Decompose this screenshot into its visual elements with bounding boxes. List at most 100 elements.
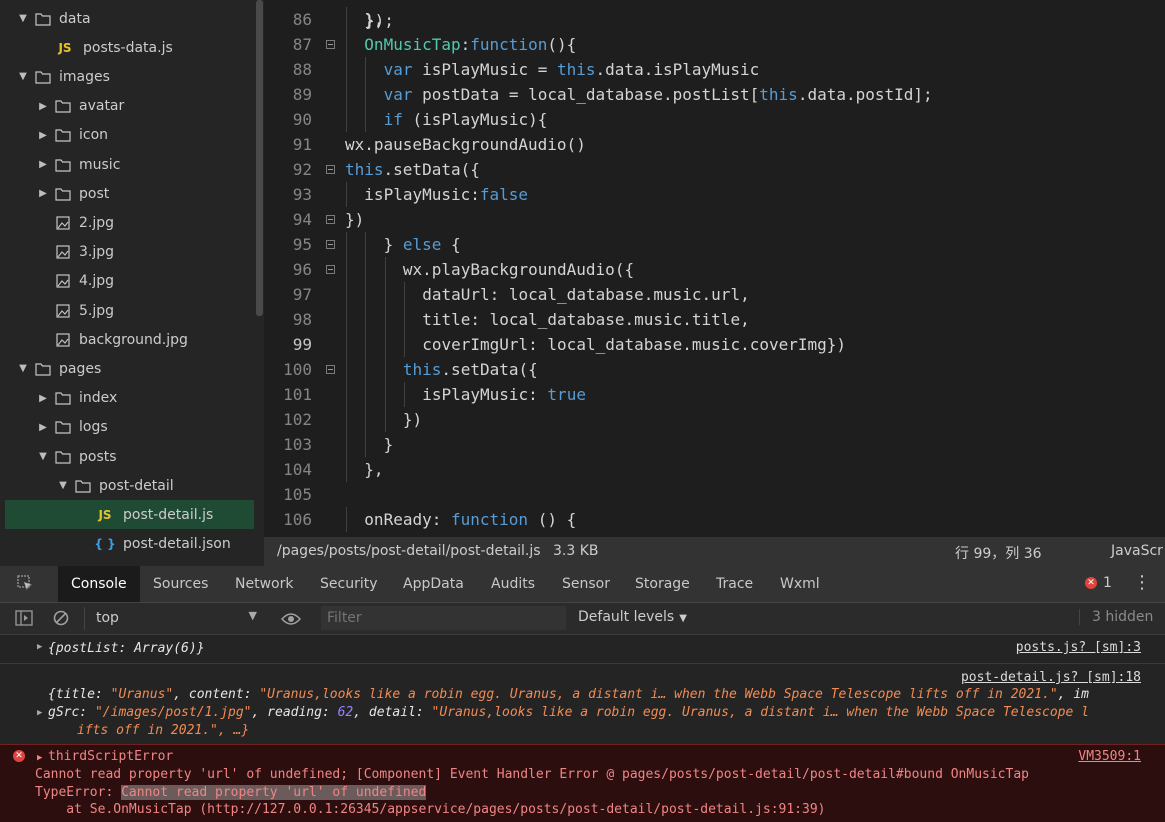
tree-item-background-jpg[interactable]: background.jpg — [5, 325, 254, 354]
chevron-down-icon[interactable]: ▼ — [17, 363, 29, 374]
expand-arrow-icon[interactable]: ▶ — [37, 753, 42, 763]
indent-guide — [346, 57, 347, 82]
status-cursor-position[interactable]: 行 99，列 36 — [955, 543, 1042, 563]
tab-storage[interactable]: Storage — [635, 566, 690, 602]
tree-scrollbar[interactable] — [256, 0, 263, 316]
code-editor[interactable]: }); 86}, 87 OnMusicTap:function(){88 var is… — [264, 0, 1165, 537]
tree-item-post-detail[interactable]: ▼ post-detail — [5, 471, 254, 500]
tree-item-pages[interactable]: ▼ pages — [5, 354, 254, 383]
folder-icon — [55, 128, 71, 142]
string-token: "Uranus,looks like a robin egg. Uranus, … — [259, 687, 1058, 702]
tab-audits[interactable]: Audits — [491, 566, 535, 602]
console-message: ▶ {postList: Array(6)} posts.js? [sm]:3 — [0, 635, 1165, 664]
chevron-right-icon[interactable]: ▶ — [37, 130, 49, 141]
log-levels-dropdown[interactable]: Default levels ▼ — [578, 609, 687, 625]
code-line[interactable]: 104}, — [264, 457, 1165, 482]
chevron-down-icon[interactable]: ▼ — [37, 451, 49, 462]
tree-item-posts[interactable]: ▼ posts — [5, 442, 254, 471]
code-line[interactable]: 92 this.setData({ — [264, 157, 1165, 182]
chevron-right-icon[interactable]: ▶ — [37, 422, 49, 433]
fold-toggle-icon[interactable] — [326, 215, 335, 224]
source-link[interactable]: VM3509:1 — [1078, 749, 1141, 764]
tab-console[interactable]: Console — [58, 566, 140, 602]
tree-item-label: images — [59, 68, 110, 85]
fold-toggle-icon[interactable] — [326, 240, 335, 249]
context-selector[interactable]: top ▼ — [84, 607, 263, 630]
show-sidebar-icon[interactable] — [15, 610, 33, 626]
tab-appdata[interactable]: AppData — [403, 566, 464, 602]
code-line[interactable]: 91 wx.pauseBackgroundAudio() — [264, 132, 1165, 157]
more-options-icon[interactable]: ⋮ — [1133, 573, 1151, 593]
chevron-down-icon[interactable]: ▼ — [57, 480, 69, 491]
tree-item-4-jpg[interactable]: 4.jpg — [5, 267, 254, 296]
code-line[interactable]: 98 title: local_database.music.title, — [264, 307, 1165, 332]
inspect-element-icon[interactable] — [17, 575, 33, 591]
tab-sensor[interactable]: Sensor — [562, 566, 610, 602]
chevron-right-icon[interactable]: ▶ — [37, 101, 49, 112]
code-line[interactable]: 100 this.setData({ — [264, 357, 1165, 382]
tree-item-3-jpg[interactable]: 3.jpg — [5, 238, 254, 267]
fold-toggle-icon[interactable] — [326, 265, 335, 274]
clear-console-icon[interactable] — [53, 610, 69, 626]
tab-sources[interactable]: Sources — [153, 566, 208, 602]
code-line[interactable]: 105 — [264, 482, 1165, 507]
tree-item-icon[interactable]: ▶ icon — [5, 121, 254, 150]
code-line[interactable]: 101 isPlayMusic: true — [264, 382, 1165, 407]
code-line[interactable]: 97 dataUrl: local_database.music.url, — [264, 282, 1165, 307]
tree-item-2-jpg[interactable]: 2.jpg — [5, 208, 254, 237]
error-stack-line[interactable]: at Se.OnMusicTap (http://127.0.0.1:26345… — [35, 802, 825, 817]
error-title[interactable]: thirdScriptError — [48, 749, 173, 764]
object-preview-line[interactable]: gSrc: "/images/post/1.jpg", reading: 62,… — [48, 705, 1089, 720]
tree-item-label: pages — [59, 360, 102, 377]
code-line[interactable]: 99 coverImgUrl: local_database.music.cove… — [264, 332, 1165, 357]
code-line[interactable]: 106 onReady: function () { — [264, 507, 1165, 532]
chevron-right-icon[interactable]: ▶ — [37, 393, 49, 404]
tab-security[interactable]: Security — [320, 566, 378, 602]
fold-toggle-icon[interactable] — [326, 365, 335, 374]
tree-item-images[interactable]: ▼ images — [5, 62, 254, 91]
code-token: (){ — [547, 35, 577, 54]
code-line[interactable]: 86}, — [264, 7, 1165, 32]
tree-item-data[interactable]: ▼ data — [5, 4, 254, 33]
source-link[interactable]: posts.js? [sm]:3 — [1016, 640, 1141, 655]
tab-network[interactable]: Network — [235, 566, 293, 602]
tab-trace[interactable]: Trace — [716, 566, 753, 602]
tree-item-5-jpg[interactable]: 5.jpg — [5, 296, 254, 325]
console-filter-input[interactable] — [321, 606, 566, 630]
tree-item-post-detail-json[interactable]: { } post-detail.json — [5, 530, 254, 559]
code-token: () { — [528, 510, 577, 529]
chevron-right-icon[interactable]: ▶ — [37, 159, 49, 170]
object-preview-line[interactable]: {title: "Uranus", content: "Uranus,looks… — [48, 687, 1089, 702]
tree-item-post-detail-js[interactable]: JS post-detail.js — [5, 500, 254, 530]
fold-toggle-icon[interactable] — [326, 165, 335, 174]
fold-toggle-icon[interactable] — [326, 40, 335, 49]
code-line[interactable]: 90 if (isPlayMusic){ — [264, 107, 1165, 132]
code-line[interactable]: 88 var isPlayMusic = this.data.isPlayMusi… — [264, 57, 1165, 82]
tree-item-label: avatar — [79, 98, 125, 115]
code-line[interactable]: 103} — [264, 432, 1165, 457]
status-language[interactable]: JavaScr — [1111, 543, 1163, 559]
code-line[interactable]: 96 wx.playBackgroundAudio({ — [264, 257, 1165, 282]
code-line[interactable]: 87 OnMusicTap:function(){ — [264, 32, 1165, 57]
tree-item-post[interactable]: ▶ post — [5, 179, 254, 208]
live-expression-eye-icon[interactable] — [280, 611, 302, 625]
tree-item-index[interactable]: ▶ index — [5, 384, 254, 413]
tree-item-avatar[interactable]: ▶ avatar — [5, 92, 254, 121]
tab-wxml[interactable]: Wxml — [780, 566, 820, 602]
chevron-down-icon[interactable]: ▼ — [17, 71, 29, 82]
chevron-right-icon[interactable]: ▶ — [37, 188, 49, 199]
code-line[interactable]: 94}) — [264, 207, 1165, 232]
source-link[interactable]: post-detail.js? [sm]:18 — [961, 670, 1141, 685]
expand-arrow-icon[interactable]: ▶ — [37, 708, 42, 718]
chevron-down-icon[interactable]: ▼ — [17, 13, 29, 24]
expand-arrow-icon[interactable]: ▶ — [37, 642, 42, 652]
code-line[interactable]: 95} else { — [264, 232, 1165, 257]
code-line[interactable]: 93 isPlayMusic:false — [264, 182, 1165, 207]
code-line[interactable]: 102}) — [264, 407, 1165, 432]
error-count-badge[interactable]: ✕ 1 — [1085, 575, 1112, 591]
tree-item-posts-data-js[interactable]: JS posts-data.js — [5, 33, 254, 62]
console-object-summary[interactable]: {postList: Array(6)} — [48, 641, 205, 656]
code-line[interactable]: 89 var postData = local_database.postList… — [264, 82, 1165, 107]
tree-item-logs[interactable]: ▶ logs — [5, 413, 254, 442]
tree-item-music[interactable]: ▶ music — [5, 150, 254, 179]
